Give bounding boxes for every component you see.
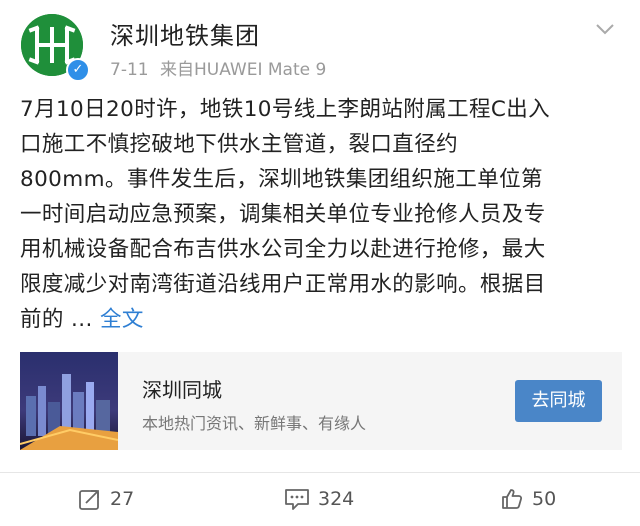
- post-body-line: 用机械设备配合布吉供水公司全力以赴进行抢修，最大: [20, 237, 546, 262]
- comment-count: 324: [318, 488, 355, 510]
- post-body-line: 限度减少对南湾街道沿线用户正常用水的影响。根据目: [20, 272, 546, 297]
- repost-count: 27: [110, 488, 135, 510]
- go-city-button[interactable]: 去同城: [515, 380, 602, 422]
- like-button[interactable]: 50: [500, 483, 556, 515]
- repost-button[interactable]: 27: [78, 483, 134, 515]
- post-body-last-line: 前的 ... 全文: [20, 302, 620, 337]
- repost-icon: [79, 490, 99, 510]
- comment-button[interactable]: 324: [284, 483, 354, 515]
- author-name[interactable]: 深圳地铁集团: [110, 16, 260, 51]
- card-title: 深圳同城: [142, 378, 222, 402]
- post-body-line: 800mm。事件发生后，深圳地铁集团组织施工单位第: [20, 167, 543, 192]
- post-header: ✓ 深圳地铁集团 7-11 来自HUAWEI Mate 9: [0, 0, 640, 92]
- post-body-line: 7月10日20时许，地铁10号线上李朗站附属工程C出入: [20, 97, 551, 122]
- like-count: 50: [532, 488, 557, 510]
- post-source: 来自HUAWEI Mate 9: [160, 60, 327, 80]
- full-text-link[interactable]: 全文: [100, 307, 144, 332]
- city-thumbnail-image: [20, 352, 118, 450]
- chevron-down-icon[interactable]: [594, 18, 616, 40]
- post-meta: 7-11 来自HUAWEI Mate 9: [110, 55, 326, 80]
- like-icon: [502, 489, 523, 509]
- action-bar: 27 324 50: [0, 473, 640, 526]
- city-card[interactable]: 深圳同城 本地热门资讯、新鲜事、有缘人 去同城: [20, 352, 622, 450]
- post-body: 7月10日20时许，地铁10号线上李朗站附属工程C出入 口施工不慎挖破地下供水主…: [20, 92, 620, 337]
- post-body-line: 前的 ...: [20, 307, 100, 332]
- verified-badge-icon: ✓: [66, 58, 90, 82]
- post-body-line: 一时间启动应急预案，调集相关单位专业抢修人员及专: [20, 202, 546, 227]
- comment-icon: [285, 489, 309, 510]
- post-body-line: 口施工不慎挖破地下供水主管道，裂口直径约: [20, 132, 459, 157]
- post-date: 7-11: [110, 60, 149, 80]
- card-subtitle: 本地热门资讯、新鲜事、有缘人: [142, 414, 367, 433]
